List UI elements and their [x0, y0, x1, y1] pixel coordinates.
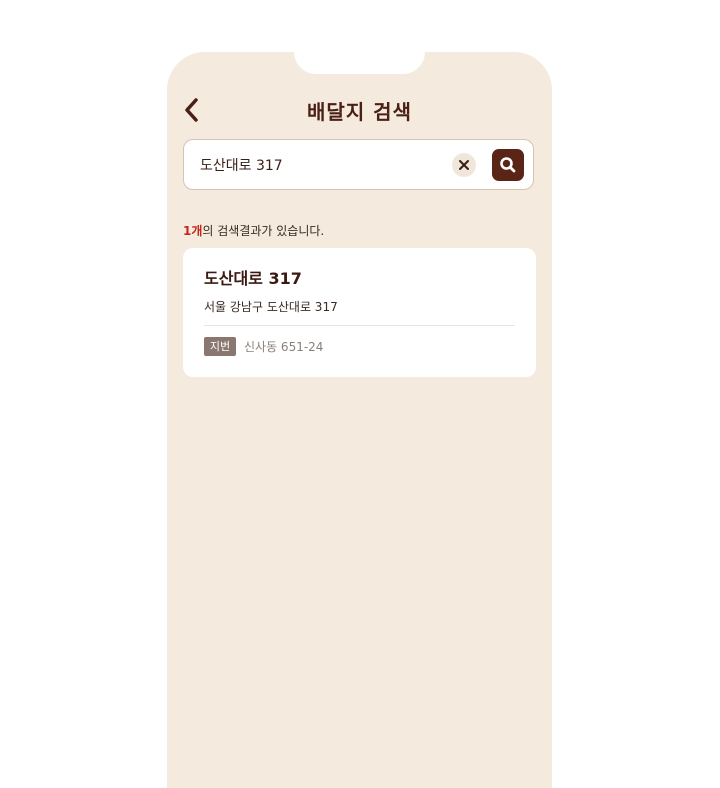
result-road-address: 서울 강남구 도산대로 317 — [204, 300, 338, 314]
search-button[interactable] — [492, 149, 524, 181]
result-title: 도산대로 317 — [204, 269, 302, 288]
page-title: 배달지 검색 — [307, 100, 412, 124]
result-count: 1개의 검색결과가 있습니다. — [183, 222, 324, 239]
search-box — [183, 139, 534, 190]
divider — [204, 325, 515, 326]
result-count-number: 1개 — [183, 224, 203, 238]
header: 배달지 검색 — [167, 90, 552, 130]
result-item[interactable]: 도산대로 317 서울 강남구 도산대로 317 지번 신사동 651-24 — [183, 248, 536, 377]
lot-number-badge: 지번 — [204, 337, 236, 356]
clear-button[interactable] — [452, 153, 476, 177]
search-input[interactable] — [200, 152, 440, 178]
notch — [294, 52, 425, 74]
result-count-text: 의 검색결과가 있습니다. — [202, 224, 325, 238]
search-icon — [500, 157, 516, 173]
close-icon — [459, 160, 469, 170]
phone-screen: 배달지 검색 1개의 검색결과가 있습니다. 도산대로 317 서울 강남구 도… — [167, 52, 552, 788]
result-lot-address: 신사동 651-24 — [244, 340, 324, 354]
